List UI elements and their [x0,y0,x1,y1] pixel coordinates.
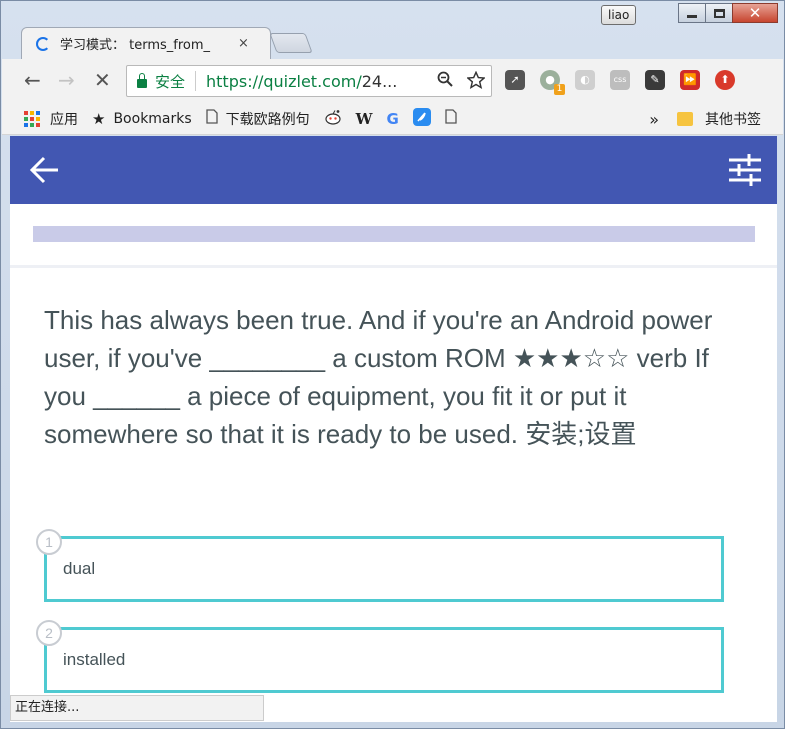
bookmark-apps[interactable]: 应用 [24,109,78,129]
quiz-header [10,136,777,204]
window-controls: ✕ [678,3,778,23]
browser-tab[interactable]: 学习模式： terms_from_ × [21,27,271,59]
question-prompt: This has always been true. And if you're… [44,305,713,449]
record-icon[interactable]: ● 1 [540,70,565,95]
back-button[interactable]: ← [24,70,41,90]
bookmarks-bar: 应用 ★ Bookmarks 下载欧路例句 W G » 其他书签 [2,103,783,135]
address-bar[interactable]: 安全 https://quizlet.com/24... [126,65,492,97]
minimize-icon [687,14,697,18]
divider [195,71,197,91]
extension-icons: ➚ ● 1 ◐ css ✎ ⏩ ⬆ [505,70,735,95]
extension-badge: 1 [554,84,565,95]
bookmark-reddit[interactable] [324,109,342,129]
option-text: dual [63,559,96,578]
url-text: https://quizlet.com/24... [206,71,398,91]
fast-forward-icon[interactable]: ⏩ [680,70,700,90]
bookmark-page-label: 下载欧路例句 [225,111,310,128]
google-icon: G [386,109,399,128]
secure-label: 安全 [155,72,186,91]
evernote-icon[interactable]: ✎ [645,70,665,90]
bookmark-bookmarks-label: Bookmarks [113,110,192,127]
bookmark-bookmarks[interactable]: ★ Bookmarks [92,110,192,128]
bookmark-star-icon[interactable] [466,70,486,93]
css-icon[interactable]: css [610,70,630,90]
profile-button[interactable]: liao [601,5,637,25]
reddit-icon [324,109,342,129]
lock-icon [137,72,147,88]
bookmark-feather[interactable] [412,107,431,130]
wikipedia-icon: W [355,109,373,128]
maximize-button[interactable] [705,3,733,23]
bookmark-page[interactable]: 下载欧路例句 [206,109,310,129]
folder-icon [677,112,693,126]
other-bookmarks[interactable]: 其他书签 [705,109,761,129]
page-icon [206,109,218,128]
bookmark-blank-page[interactable] [445,109,457,128]
tab-title: 学习模式： terms_from_ [60,38,211,53]
option-text: installed [63,650,126,669]
status-bar: 正在连接... [10,695,264,721]
loop-icon[interactable]: ◐ [575,70,595,90]
bookmarks-right: » 其他书签 [649,109,761,129]
stop-button[interactable]: ✕ [94,70,111,90]
minimize-button[interactable] [678,3,706,23]
maximize-icon [713,8,725,18]
page-icon [445,109,457,128]
star-icon: ★ [92,109,106,128]
background-window [311,1,601,61]
loading-spinner-icon [36,36,50,51]
close-icon: ✕ [748,3,762,22]
rocket-icon[interactable]: ➚ [505,70,525,90]
answer-option-1[interactable]: 1 dual [36,529,724,602]
close-window-button[interactable]: ✕ [732,3,778,23]
bookmark-google[interactable]: G [387,110,399,128]
option-number: 2 [36,620,62,646]
option-number: 1 [36,529,62,555]
answer-option-2[interactable]: 2 installed [36,620,724,693]
back-arrow-icon[interactable] [28,154,60,186]
apps-grid-icon [24,110,40,127]
bookmark-apps-label: 应用 [50,111,78,128]
omnibox-icons [437,70,486,93]
progress-section [10,204,777,268]
upload-icon[interactable]: ⬆ [715,70,735,90]
progress-bar [33,226,755,242]
browser-window: liao ✕ 学习模式： terms_from_ × ← → ✕ 安全 http… [0,0,785,729]
new-tab-button[interactable] [269,33,313,53]
settings-sliders-icon[interactable] [729,154,761,186]
forward-button[interactable]: → [58,70,75,90]
feather-icon [412,107,431,130]
tab-close-button[interactable]: × [238,36,249,51]
browser-toolbar: ← → ✕ 安全 https://quizlet.com/24... ➚ ● 1 ◐ c… [2,59,783,103]
page-content: This has always been true. And if you're… [10,136,777,722]
bookmarks-overflow-button[interactable]: » [649,110,659,129]
bookmark-wikipedia[interactable]: W [356,110,373,128]
zoom-icon[interactable] [437,71,453,93]
